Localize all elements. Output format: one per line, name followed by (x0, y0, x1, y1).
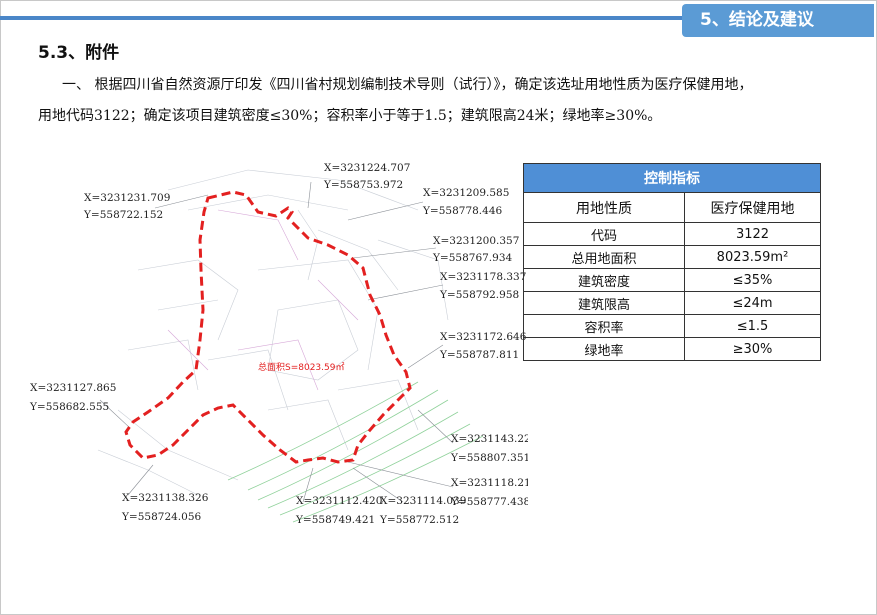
coord-x: X=3231224.707 (324, 162, 410, 174)
table-row: 用地性质 医疗保健用地 (523, 192, 821, 223)
table-row: 容积率 ≤1.5 (523, 314, 821, 338)
chapter-badge: 5、结论及建议 (682, 4, 874, 37)
coord-x: X=3231138.326 (122, 492, 209, 504)
paragraph-line-2: 用地代码3122；确定该项目建筑密度≤30%；容积率小于等于1.5；建筑限高24… (38, 108, 662, 124)
coord-x: X=3231178.337 (440, 271, 526, 283)
row-value: ≤24m (684, 291, 821, 315)
coord-y: Y=558807.351 (450, 452, 528, 464)
coord-x: X=3231112.420 (296, 495, 382, 507)
section-paragraph: 一、 根据四川省自然资源厅印发《四川省村规划编制技术导则（试行）》，确定该选址用… (38, 70, 838, 132)
row-label: 建筑密度 (523, 268, 685, 292)
coord-y: Y=558753.972 (323, 179, 403, 191)
control-indicators-table: 控制指标 用地性质 医疗保健用地 代码 3122 总用地面积 8023.59m²… (523, 163, 821, 361)
coord-x: X=3231143.220 (451, 433, 528, 445)
header-rule (0, 16, 682, 20)
row-value: 8023.59m² (684, 245, 821, 269)
coord-y: Y=558778.446 (422, 205, 503, 217)
row-value: 3122 (684, 222, 821, 246)
coord-y: Y=558772.512 (379, 514, 459, 526)
coord-y: Y=558787.811 (439, 349, 519, 361)
coord-y: Y=558682.555 (29, 401, 109, 413)
coord-y: Y=558722.152 (83, 209, 163, 221)
leader-lines (99, 181, 454, 503)
coord-y: Y=558724.056 (121, 511, 202, 523)
row-label: 用地性质 (523, 192, 685, 223)
coord-x: X=3231231.709 (84, 192, 170, 204)
row-value: ≤35% (684, 268, 821, 292)
row-value: ≥30% (684, 337, 821, 361)
row-label: 容积率 (523, 314, 685, 338)
table-row: 代码 3122 (523, 222, 821, 246)
row-label: 代码 (523, 222, 685, 246)
coord-x: X=3231127.865 (30, 382, 116, 394)
coord-y: Y=558767.934 (432, 252, 513, 264)
coord-x: X=3231114.039 (380, 495, 466, 507)
site-boundary (124, 190, 412, 464)
section-title: 5.3、附件 (38, 43, 120, 63)
coord-x: X=3231118.217 (451, 477, 528, 489)
coordinate-labels: X=3231224.707 Y=558753.972 X=3231231.709… (29, 162, 528, 526)
area-label: 总面积S=8023.59㎡ (258, 361, 344, 373)
row-label: 绿地率 (523, 337, 685, 361)
table-row: 建筑限高 ≤24m (523, 291, 821, 315)
table-row: 建筑密度 ≤35% (523, 268, 821, 292)
row-label: 建筑限高 (523, 291, 685, 315)
table-row: 绿地率 ≥30% (523, 337, 821, 361)
row-value: ≤1.5 (684, 314, 821, 338)
row-value: 医疗保健用地 (684, 192, 821, 223)
row-label: 总用地面积 (523, 245, 685, 269)
paragraph-line-1: 一、 根据四川省自然资源厅印发《四川省村规划编制技术导则（试行）》，确定该选址用… (62, 77, 753, 93)
table-row: 总用地面积 8023.59m² (523, 245, 821, 269)
site-plan-svg: 总面积S=8023.59㎡ X=3231224.707 Y=558753.972… (29, 162, 528, 526)
coord-x: X=3231200.357 (433, 235, 519, 247)
coord-x: X=3231172.646 (440, 331, 527, 343)
table-header: 控制指标 (523, 163, 821, 193)
coord-x: X=3231209.585 (423, 187, 509, 199)
coord-y: Y=558749.421 (295, 514, 375, 526)
coord-y: Y=558792.958 (439, 289, 519, 301)
site-plan-map: 总面积S=8023.59㎡ X=3231224.707 Y=558753.972… (18, 150, 528, 530)
